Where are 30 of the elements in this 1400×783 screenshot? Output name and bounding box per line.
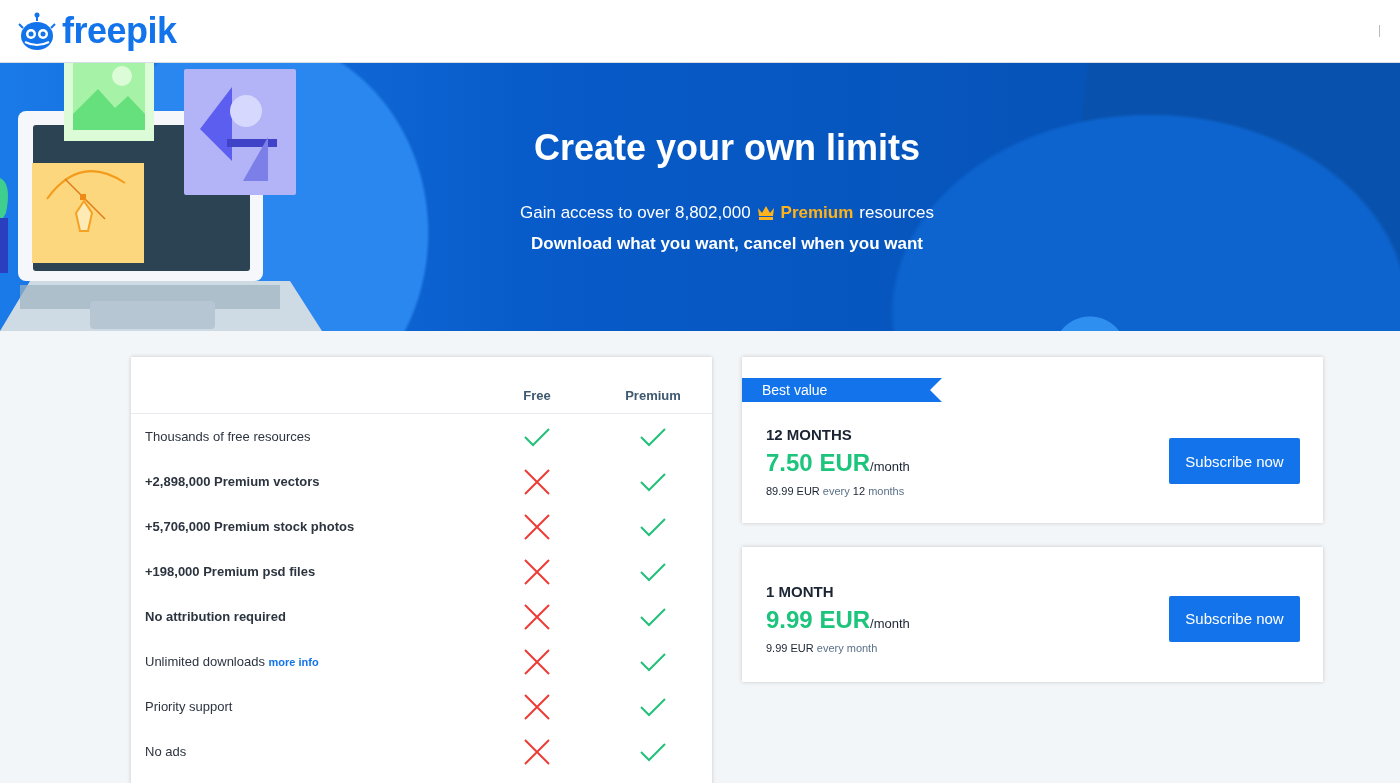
feature-label: +2,898,000 Premium vectors <box>144 474 321 489</box>
best-value-ribbon: Best value <box>742 378 942 402</box>
robot-face-icon <box>16 12 58 50</box>
feature-label: Priority support <box>144 699 234 714</box>
hero-title: Create your own limits <box>533 127 921 169</box>
plan-period: 1 MONTH <box>766 583 835 600</box>
subtitle-text: Gain access to over 8,802,000 <box>520 203 751 223</box>
billing-note: 9.99 EUR every month <box>766 642 879 654</box>
feature-label: Thousands of free resources <box>144 429 312 444</box>
crown-icon <box>756 205 775 221</box>
price-unit: /month <box>870 616 910 631</box>
column-header: Premium <box>624 388 682 405</box>
subtitle-text: resources <box>859 203 934 223</box>
plan-price: 9.99 EUR <box>766 606 871 634</box>
feature-label: Unlimited downloads more info <box>144 654 320 669</box>
freepik-logo[interactable]: freepik <box>16 10 177 52</box>
billing-note: 89.99 EUR every 12 months <box>766 484 906 497</box>
feature-label: No attribution required <box>144 609 287 624</box>
premium-label: Premium <box>780 203 854 223</box>
feature-label: No ads <box>144 744 188 759</box>
plan-period: 12 MONTHS <box>766 425 853 443</box>
feature-label: +5,706,000 Premium stock photos <box>144 519 356 534</box>
plan-price: 7.50 EUR <box>766 448 871 477</box>
price-unit: /month <box>870 458 910 474</box>
subscribe-button[interactable]: Subscribe now <box>1169 438 1300 484</box>
hero-tagline: Download what you want, cancel when you want <box>531 234 923 254</box>
feature-label: +198,000 Premium psd files <box>144 564 317 579</box>
more-info-link[interactable]: more info <box>268 656 319 668</box>
column-header: Free <box>522 388 552 405</box>
subscribe-button[interactable]: Subscribe now <box>1169 595 1300 642</box>
